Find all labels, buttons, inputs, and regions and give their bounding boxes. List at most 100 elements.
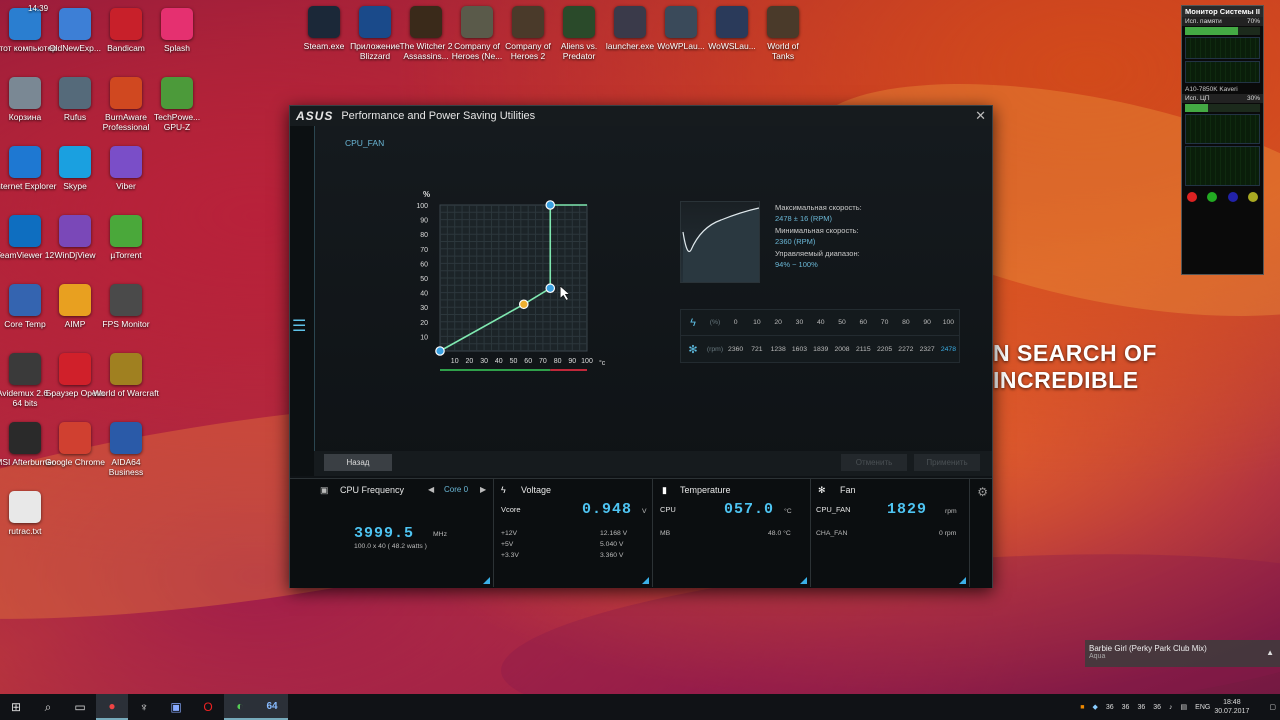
thermometer-icon: ▮ [662,485,667,495]
desktop-icon[interactable]: The Witcher 2 Assassins... [399,6,453,61]
rpm-cell: 2478 [940,345,956,353]
media-notification[interactable]: Barbie Girl (Perky Park Club Mix) Aqua ▲ [1085,640,1280,667]
desktop-icon[interactable]: World of Warcraft [93,353,159,398]
button-bar: Назад Отменить Применить [314,451,992,476]
cpu-fan-value: 1829 [887,501,928,518]
cancel-button[interactable]: Отменить [841,454,907,471]
system-monitor-widget[interactable]: Монитор Системы II Исп. памяти 70% A10-7… [1181,5,1264,275]
text-file-icon [9,491,41,523]
side-panel: ☰ [290,126,314,476]
temperature-section: ▮ Temperature CPU 057.0 °C MB 48.0 °C [654,479,811,587]
desktop-icon-label: Splash [164,43,190,53]
x-tick-label: 80 [554,358,562,365]
y-tick-label: 70 [420,247,428,254]
search-icon[interactable]: ⌕ [32,694,64,720]
tray-app-icon[interactable]: ■ [1080,704,1084,711]
desktop-icon[interactable]: µTorrent [93,215,159,260]
cpu-temp-label: CPU [660,505,676,514]
network-icon[interactable]: ▤ [1181,703,1188,711]
expand-icon[interactable]: ▲ [1266,648,1274,657]
tray-temp-4: 36 [1153,703,1162,711]
desktop-icon[interactable]: Steam.exe [297,6,351,51]
cpu-frequency-detail: 100.0 x 40 ( 48.2 watts ) [354,543,427,550]
aida-taskbar-icon[interactable]: 64 [256,694,288,720]
cpu-graph [1185,114,1260,144]
desktop-icon[interactable]: Company of Heroes 2 [501,6,555,61]
desktop-icon[interactable]: AIDA64 Business [93,422,159,477]
tray-temp-3: 36 [1137,703,1146,711]
x-tick-label: 60 [524,358,532,365]
blizzard-icon [359,6,391,38]
desktop-icon[interactable]: Aliens vs. Predator [552,6,606,61]
fan-curve-point[interactable] [545,283,556,294]
prev-core-icon[interactable]: ◀ [428,485,434,494]
pct-cell: 60 [859,319,868,326]
refresh-icon[interactable] [1207,192,1218,202]
core-selector[interactable]: Core 0 [444,485,468,494]
apply-button[interactable]: Применить [914,454,980,471]
desktop-icon[interactable]: Viber [93,146,159,191]
max-speed-label: Максимальная скорость: [775,203,862,212]
resize-corner-icon [959,577,966,584]
volume-icon[interactable]: ♪ [1169,704,1173,711]
fan-curve-point[interactable] [545,200,556,210]
desktop-icon[interactable]: FPS Monitor [93,284,159,329]
voltage-section: ϟ Voltage Vcore 0.948 V +12V 12.168 V +5V 5… [495,479,653,587]
clock[interactable]: 18:48 30.07.2017 [1214,698,1249,716]
taskbar: ⊞ ⌕ ▭ ● ♆ ▣ O ◐ 64 ■ ◆ 36 36 36 36 ♪ ▤ E… [0,694,1280,720]
window-titlebar[interactable]: ASUS Performance and Power Saving Utilit… [290,106,992,126]
desktop-icon[interactable]: WoWPLau... [654,6,708,51]
language-indicator[interactable]: ENG [1195,704,1210,711]
burn-icon [110,77,142,109]
desktop-icon[interactable]: launcher.exe [603,6,657,51]
cpu-frequency-value: 3999.5 [354,525,415,542]
tray-app-icon[interactable]: ◆ [1092,703,1097,711]
cha-fan-label: CHA_FAN [816,530,848,537]
task-view-icon[interactable]: ▭ [64,694,96,720]
desktop-icon[interactable]: rutrac.txt [0,491,58,536]
min-speed-value: 2360 (RPM) [775,237,816,246]
gauge-taskbar-icon[interactable]: ◐ [224,694,256,720]
opera-taskbar-icon[interactable]: O [192,694,224,720]
fan-curve-point[interactable] [518,299,529,310]
back-button[interactable]: Назад [324,454,392,471]
desktop-icon[interactable]: TechPowe... GPU-Z [144,77,210,132]
desktop-icon[interactable]: Splash [144,8,210,53]
range-label: Управляемый диапазон: [775,249,860,258]
hot-zone-bar [550,369,587,371]
splash-icon [161,8,193,40]
x-tick-label: 70 [539,358,547,365]
ie-icon [9,146,41,178]
close-icon[interactable]: ✕ [975,108,986,124]
voltage-row-label: +3.3V [501,552,519,559]
next-core-icon[interactable]: ▶ [480,485,486,494]
desktop-icon-label: Steam.exe [303,41,345,51]
save-taskbar-icon[interactable]: ▣ [160,694,192,720]
desktop-icon[interactable]: World of Tanks [756,6,810,61]
settings-icon[interactable] [1247,192,1258,202]
desktop-icon-label: launcher.exe [605,41,655,51]
rpm-cell: 2360 [728,345,744,353]
trash-icon [9,77,41,109]
desktop-icon-label: WoWPLau... [657,41,705,51]
fan-curve-point[interactable] [435,346,445,356]
desktop-icon[interactable]: Company of Heroes (Ne... [450,6,504,61]
desktop-icon[interactable]: WoWSLau... [705,6,759,51]
witcher-taskbar-icon[interactable]: ♆ [128,694,160,720]
desktop-icon[interactable]: Приложение Blizzard [348,6,402,61]
chrome-taskbar-icon[interactable]: ● [96,694,128,720]
y-tick-label: 40 [420,291,428,298]
menu-icon[interactable]: ☰ [292,316,306,336]
desktop-icon-label: µTorrent [110,250,142,260]
start-button[interactable]: ⊞ [0,694,32,720]
pct-cell: 90 [923,319,931,326]
voltage-row-label: +5V [501,541,514,548]
power-icon[interactable] [1187,192,1198,202]
info-icon[interactable] [1227,192,1238,202]
fan-curve-chart[interactable]: 10 20 30 40 50 60 70 80 90 100 10 20 30 40 50 60 70 80 90 1… [385,176,615,371]
resize-corner-icon [800,577,807,584]
safe-zone-bar [440,369,551,371]
gear-icon[interactable]: ⚙ [977,485,988,499]
notifications-icon[interactable]: ▢ [1269,703,1276,711]
y-tick-label: 80 [420,232,428,239]
